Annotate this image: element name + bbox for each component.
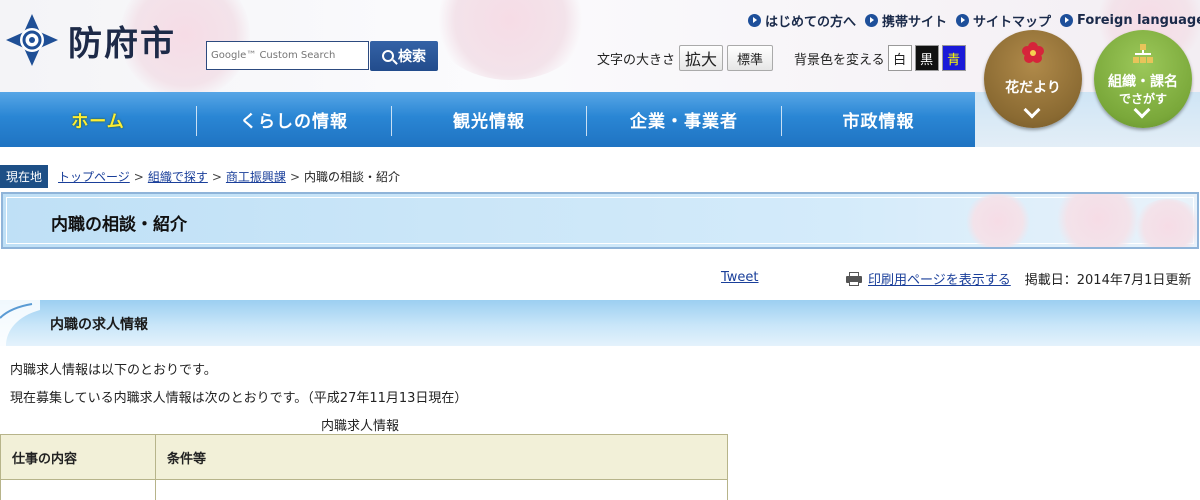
bg-white-button[interactable]: 白 [887, 45, 912, 71]
utility-links: はじめての方へ 携帯サイト サイトマップ Foreign language [748, 11, 1200, 30]
breadcrumb-link-org[interactable]: 組織で探す [148, 168, 208, 185]
background-color-label: 背景色を変える [794, 52, 885, 68]
print-tools: 印刷用ページを表示する 掲載日：2014年7月1日更新 [846, 269, 1191, 288]
org-chart-icon [1133, 44, 1153, 63]
link-foreign-language[interactable]: Foreign language [1060, 11, 1200, 30]
nav-item-living[interactable]: くらしの情報 [197, 92, 391, 147]
tweet-link[interactable]: Tweet [721, 270, 759, 285]
table-cell [0, 479, 156, 500]
link-label: サイトマップ [973, 15, 1052, 30]
breadcrumb-current: 内職の相談・紹介 [304, 170, 401, 184]
page-title: 内職の相談・紹介 [51, 215, 187, 235]
breadcrumb-separator: > [133, 169, 144, 184]
site-search: 検索 [206, 41, 438, 71]
link-label: 携帯サイト [882, 15, 948, 30]
city-emblem-icon [6, 14, 58, 66]
search-button[interactable]: 検索 [370, 41, 438, 71]
blossom-decoration [1053, 194, 1143, 247]
arrow-right-icon [1060, 14, 1074, 27]
section-curve-decoration [0, 300, 40, 346]
nav-item-tourism[interactable]: 観光情報 [392, 92, 586, 147]
arrow-right-icon [956, 14, 970, 27]
section-title: 内職の求人情報 [50, 317, 148, 333]
table-header-row: 仕事の内容 条件等 [0, 434, 728, 480]
breadcrumb-separator: > [211, 169, 222, 184]
chevron-down-icon [1023, 101, 1041, 119]
font-size-label: 文字の大きさ [597, 52, 676, 68]
bg-black-button[interactable]: 黒 [914, 45, 939, 71]
plum-blossom-icon [1022, 42, 1044, 63]
flower-news-button[interactable]: 花だより [984, 30, 1082, 128]
flower-news-label: 花だより [1005, 80, 1061, 96]
blossom-decoration [963, 194, 1033, 247]
blossom-decoration [430, 0, 590, 80]
nav-item-home[interactable]: ホーム [0, 92, 196, 147]
intro-paragraph: 内職求人情報は以下のとおりです。 [10, 363, 217, 378]
column-header-conditions: 条件等 [155, 434, 728, 480]
font-size-controls: 文字の大きさ 拡大 標準 [597, 45, 774, 71]
table-caption: 内職求人情報 [321, 419, 400, 434]
column-header-job: 仕事の内容 [0, 434, 156, 480]
status-paragraph: 現在募集している内職求人情報は次のとおりです。（平成27年11月13日現在） [10, 391, 468, 406]
site-logo[interactable]: 防府市 [4, 12, 176, 68]
table-row [0, 479, 728, 500]
job-listing-table: 仕事の内容 条件等 [0, 434, 728, 500]
search-icon [382, 50, 394, 62]
breadcrumb: 現在地 トップページ > 組織で探す > 商工振興課 > 内職の相談・紹介 [0, 165, 400, 188]
breadcrumb-separator: > [289, 169, 300, 184]
link-mobile[interactable]: 携帯サイト [865, 11, 947, 30]
link-label: Foreign language [1077, 13, 1200, 28]
org-search-label-1: 組織・課名 [1108, 74, 1178, 90]
link-beginners[interactable]: はじめての方へ [748, 11, 856, 30]
org-search-button[interactable]: 組織・課名 でさがす [1094, 30, 1192, 128]
print-page-link[interactable]: 印刷用ページを表示する [868, 269, 1011, 288]
posted-date: 掲載日：2014年7月1日更新 [1024, 273, 1192, 288]
page-title-box: 内職の相談・紹介 [1, 192, 1199, 249]
current-location-badge: 現在地 [0, 165, 49, 188]
blossom-decoration [1133, 199, 1197, 247]
breadcrumb-link-top[interactable]: トップページ [58, 168, 130, 185]
nav-item-city-admin[interactable]: 市政情報 [782, 92, 975, 147]
arrow-right-icon [865, 14, 879, 27]
bg-blue-button[interactable]: 青 [941, 45, 966, 71]
font-enlarge-button[interactable]: 拡大 [679, 45, 724, 71]
search-button-label: 検索 [398, 49, 426, 65]
arrow-right-icon [748, 14, 761, 27]
search-input[interactable] [206, 41, 369, 70]
printer-icon [846, 271, 862, 286]
nav-item-business[interactable]: 企業・事業者 [587, 92, 781, 147]
link-sitemap[interactable]: サイトマップ [956, 11, 1051, 30]
site-name: 防府市 [68, 23, 176, 64]
table-cell [155, 479, 728, 500]
breadcrumb-link-dept[interactable]: 商工振興課 [226, 168, 286, 185]
font-standard-button[interactable]: 標準 [727, 45, 774, 71]
section-header: 内職の求人情報 [0, 300, 1200, 346]
background-color-controls: 背景色を変える 白 黒 青 [794, 45, 966, 71]
link-label: はじめての方へ [765, 15, 857, 30]
